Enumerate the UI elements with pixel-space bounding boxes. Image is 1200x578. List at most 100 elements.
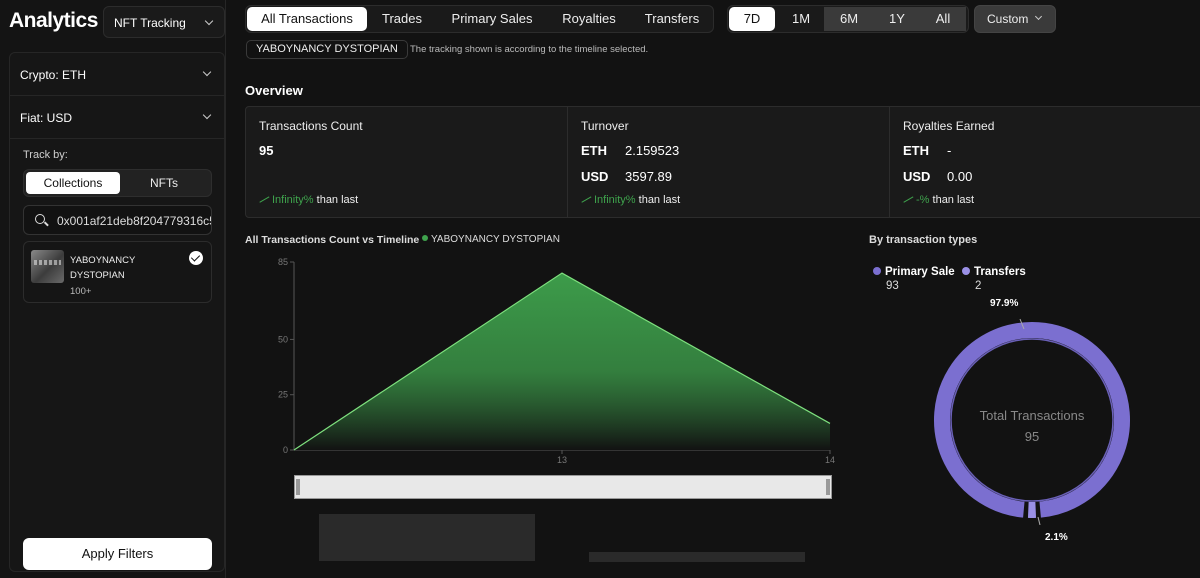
crypto-select[interactable]: Crypto: ETH [10,53,224,96]
custom-range-button[interactable]: Custom [974,5,1056,33]
mode-select[interactable]: NFT Tracking [103,6,225,38]
stat-trend: Infinity% than last [259,194,358,206]
placeholder-block [319,514,535,561]
period-7d[interactable]: 7D [729,7,775,31]
donut-center-label: Total Transactions [980,408,1085,423]
range-slider[interactable] [294,475,832,499]
chevron-down-icon [1034,12,1043,21]
tracking-note: The tracking shown is according to the t… [410,44,649,55]
stat-trend: Infinity% than last [581,194,680,206]
stat-title: Royalties Earned [903,119,995,133]
sidebar: Analytics NFT Tracking Crypto: ETH Fiat:… [0,0,226,578]
overview-title: Overview [245,83,303,98]
series-area [294,273,830,450]
stat-trend: -% than last [903,194,974,206]
stat-title: Turnover [581,119,629,133]
trend-suffix: than last [638,194,681,206]
trend-percent: Infinity% [272,194,314,206]
trend-suffix: than last [932,194,975,206]
leader-line [1037,516,1041,525]
overview-stats: Transactions Count 95 Infinity% than las… [245,106,1200,218]
stat-title: Transactions Count [259,119,363,133]
area-chart-title: All Transactions Count vs Timeline [245,234,420,246]
chevron-down-icon [202,110,212,120]
donut-chart-title: By transaction types [869,234,978,246]
transactions-count-card: Transactions Count 95 Infinity% than las… [246,107,568,217]
chevron-down-icon [204,16,214,26]
collection-chip: YABOYNANCY DYSTOPIAN [246,40,408,59]
legend-dot-icon [962,267,970,275]
trend-up-icon [903,195,913,203]
currency-label: ETH [903,143,929,158]
chevron-down-icon [202,67,212,77]
legend-label: Transfers [974,266,1026,278]
currency-value: 0.00 [947,169,973,184]
fiat-select[interactable]: Fiat: USD [10,96,224,139]
period-1y[interactable]: 1Y [874,7,920,31]
track-by-label: Track by: [23,149,68,161]
legend-label: Primary Sale [885,266,955,278]
period-selector: 7D 1M 6M 1Y All [727,5,969,33]
turnover-card: Turnover ETH 2.159523 USD 3597.89 Infinity… [568,107,890,217]
trend-up-icon [581,195,591,203]
legend-value: 2 [975,280,982,292]
collection-name: YABOYNANCY DYSTOPIAN [70,255,136,281]
track-collections-button[interactable]: Collections [26,172,120,194]
donut-center-value: 95 [1025,429,1039,444]
collection-thumbnail [31,250,64,283]
app-title: Analytics [9,9,98,32]
period-6m[interactable]: 6M [824,7,874,31]
tab-primary-sales[interactable]: Primary Sales [437,7,547,31]
turnover-usd: USD 3597.89 [581,169,672,184]
area-chart: 0 25 50 85 13 14 [278,257,835,465]
area-chart-legend: YABOYNANCY DYSTOPIAN [422,234,560,245]
tab-transfers[interactable]: Transfers [631,7,713,31]
x-tick-label: 14 [825,455,835,465]
legend-primary-sale: Primary Sale 93 [873,266,955,292]
slice-label-transfers: 2.1% [1045,532,1068,543]
track-by-toggle: Collections NFTs [23,169,212,197]
track-nfts-button[interactable]: NFTs [117,172,211,194]
royalties-eth: ETH - [903,143,951,158]
currency-label: USD [903,169,931,184]
range-slider-right-handle[interactable] [826,479,830,495]
transaction-tabs: All Transactions Trades Primary Sales Ro… [245,5,714,33]
search-icon [35,214,45,224]
x-tick-label: 13 [557,455,567,465]
period-all[interactable]: All [920,7,966,31]
trend-up-icon [259,195,269,203]
royalties-card: Royalties Earned ETH - USD 0.00 -% than la… [890,107,1200,217]
stat-value: 95 [259,143,274,158]
trend-percent: -% [916,194,930,206]
y-tick-label: 25 [278,390,288,400]
trend-percent: Infinity% [594,194,636,206]
check-icon[interactable] [189,251,203,265]
y-tick-label: 0 [283,445,288,455]
tab-royalties[interactable]: Royalties [547,7,631,31]
y-tick-label: 85 [278,257,288,267]
trend-suffix: than last [316,194,359,206]
collection-item[interactable]: YABOYNANCY DYSTOPIAN 100+ [23,241,212,303]
period-1m[interactable]: 1M [778,7,824,31]
custom-range-label: Custom [987,12,1029,26]
apply-filters-button[interactable]: Apply Filters [23,538,212,570]
currency-label: USD [581,169,609,184]
legend-label: YABOYNANCY DYSTOPIAN [431,234,560,245]
legend-dot-icon [422,235,428,241]
legend-dot-icon [873,267,881,275]
currency-value: 3597.89 [625,169,672,184]
collection-search-input[interactable]: 0x001af21deb8f204779316c5 [23,205,212,235]
mode-select-label: NFT Tracking [114,16,186,30]
tab-all-transactions[interactable]: All Transactions [247,7,367,31]
collection-count: 100+ [70,286,92,297]
currency-value: - [947,143,952,158]
turnover-eth: ETH 2.159523 [581,143,679,158]
currency-label: ETH [581,143,607,158]
legend-transfers: Transfers 2 [962,266,1026,292]
tab-trades[interactable]: Trades [367,7,437,31]
crypto-select-label: Crypto: ETH [20,68,87,82]
range-slider-left-handle[interactable] [296,479,300,495]
fiat-select-label: Fiat: USD [20,111,73,125]
filter-panel: Crypto: ETH Fiat: USD Track by: Collecti… [9,52,225,572]
search-value: 0x001af21deb8f204779316c5 [57,214,212,228]
